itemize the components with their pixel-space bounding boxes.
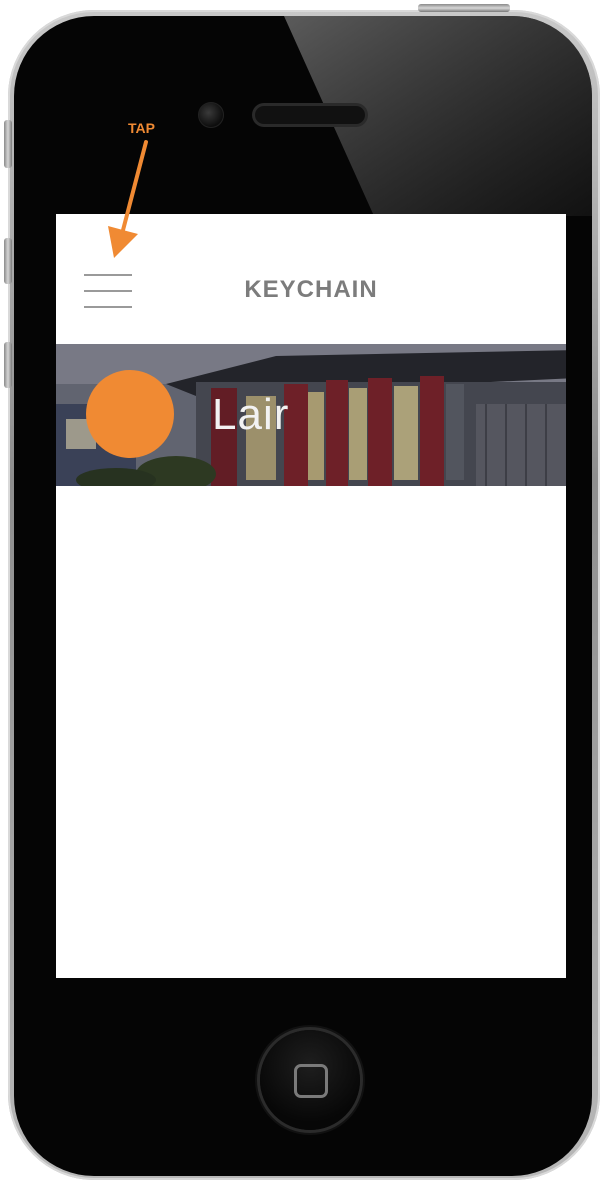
hamburger-line (84, 274, 132, 276)
tap-arrow-icon (108, 140, 148, 258)
title-container: KEYCHAIN (176, 276, 446, 304)
front-camera (198, 102, 224, 128)
home-button[interactable] (260, 1030, 360, 1130)
mute-switch (4, 120, 12, 168)
page-title: KEYCHAIN (244, 276, 378, 303)
hamburger-line (84, 306, 132, 308)
app-screen: KEYCHAIN Lair (56, 214, 566, 978)
volume-up-button (4, 238, 12, 284)
hamburger-line (84, 290, 132, 292)
hamburger-menu-button[interactable] (80, 272, 132, 312)
place-avatar (86, 370, 174, 458)
place-name: Lair (212, 390, 290, 439)
tap-annotation-label: TAP (128, 120, 155, 136)
tutorial-figure: KEYCHAIN Lair TAP (0, 0, 606, 1185)
content-area (56, 486, 566, 978)
place-banner[interactable]: Lair (56, 344, 566, 486)
sleep-button (418, 4, 510, 12)
earpiece-speaker (255, 106, 365, 124)
home-square-icon (294, 1064, 328, 1098)
volume-down-button (4, 342, 12, 388)
